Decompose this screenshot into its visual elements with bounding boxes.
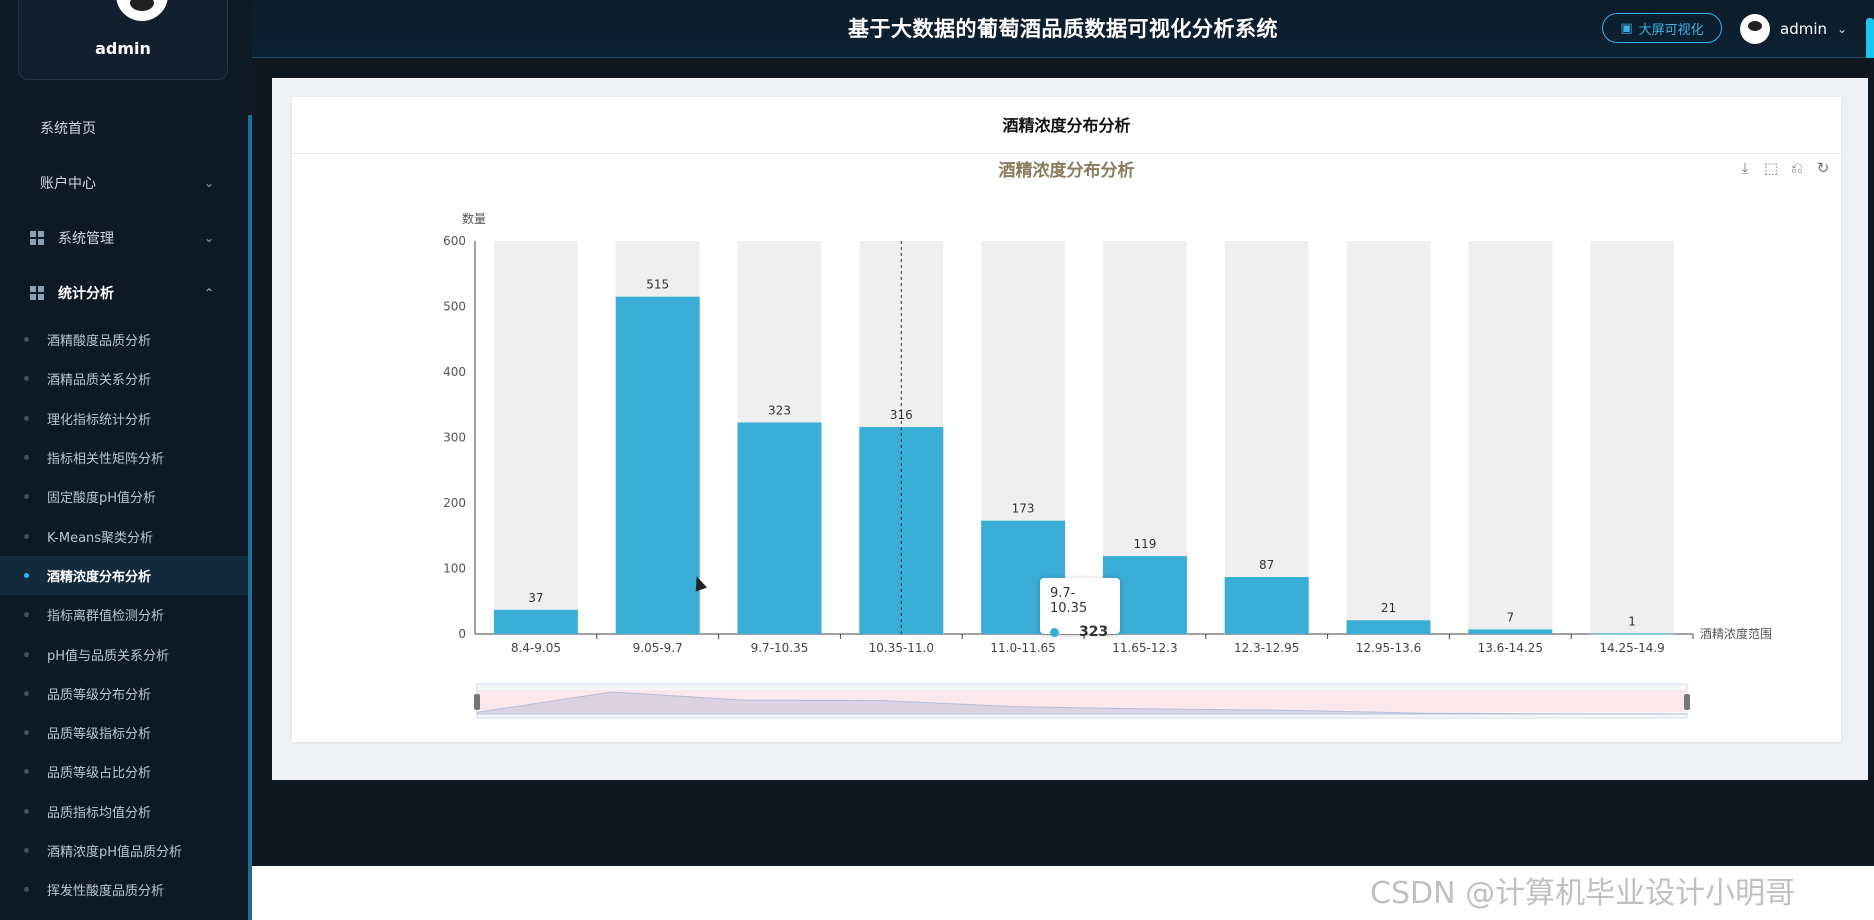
y-tick-label: 600: [443, 234, 466, 248]
data-zoom-handle-left: [474, 694, 480, 710]
bar-chart: 数量 0 100 200 300 400 500 600 37 8.4-9.05 515 9.05-9…: [443, 211, 1772, 719]
y-tick-label: 0: [458, 627, 466, 641]
bar-data-label: 37: [528, 591, 543, 605]
bar-background: [493, 241, 578, 634]
bar: [1346, 620, 1431, 634]
bar-data-label: 119: [1133, 537, 1156, 551]
bar: [615, 296, 700, 634]
bar-data-label: 21: [1381, 601, 1396, 615]
y-tick-label: 400: [443, 365, 466, 379]
bar: [1590, 633, 1675, 635]
x-tick-label: 9.05-9.7: [633, 641, 683, 655]
bar: [1224, 577, 1309, 634]
bar: [493, 609, 578, 634]
x-tick-label: 11.0-11.65: [990, 641, 1055, 655]
x-tick-label: 12.3-12.95: [1234, 641, 1299, 655]
bar-data-label: 323: [768, 403, 791, 417]
y-tick-label: 200: [443, 496, 466, 510]
x-tick-label: 14.25-14.9: [1599, 641, 1664, 655]
x-tick-label: 13.6-14.25: [1478, 641, 1543, 655]
y-tick-label: 300: [443, 431, 466, 445]
x-axis-label: 酒精浓度范围: [1700, 626, 1772, 641]
bar-background: [1224, 241, 1309, 634]
tooltip-value: 323: [1079, 624, 1109, 640]
x-tick-label: 9.7-10.35: [751, 641, 809, 655]
x-tick-label: 10.35-11.0: [869, 641, 934, 655]
y-axis-label: 数量: [462, 211, 486, 226]
bar-data-label: 7: [1506, 610, 1514, 624]
bar-data-label: 173: [1012, 502, 1035, 516]
bar-background: [1468, 241, 1553, 634]
bar: [737, 422, 822, 634]
y-tick-label: 500: [443, 300, 466, 314]
chart-tooltip: 9.7-10.35 323: [1040, 578, 1120, 640]
x-tick-label: 11.65-12.3: [1112, 641, 1177, 655]
bar-data-label: 515: [646, 278, 669, 292]
bar-data-label: 1: [1628, 614, 1636, 628]
bar-data-label: 87: [1259, 558, 1274, 572]
bar-background: [1590, 241, 1675, 634]
bar-background: [1346, 241, 1431, 634]
x-tick-label: 8.4-9.05: [511, 641, 561, 655]
data-zoom-handle-right: [1684, 694, 1690, 710]
tooltip-series-dot: [1050, 627, 1059, 637]
watermark: CSDN @计算机毕业设计小明哥: [1370, 876, 1796, 911]
y-tick-label: 100: [443, 562, 466, 576]
x-tick-label: 12.95-13.6: [1356, 641, 1421, 655]
tooltip-category: 9.7-10.35: [1050, 586, 1088, 616]
bar: [1468, 629, 1553, 634]
